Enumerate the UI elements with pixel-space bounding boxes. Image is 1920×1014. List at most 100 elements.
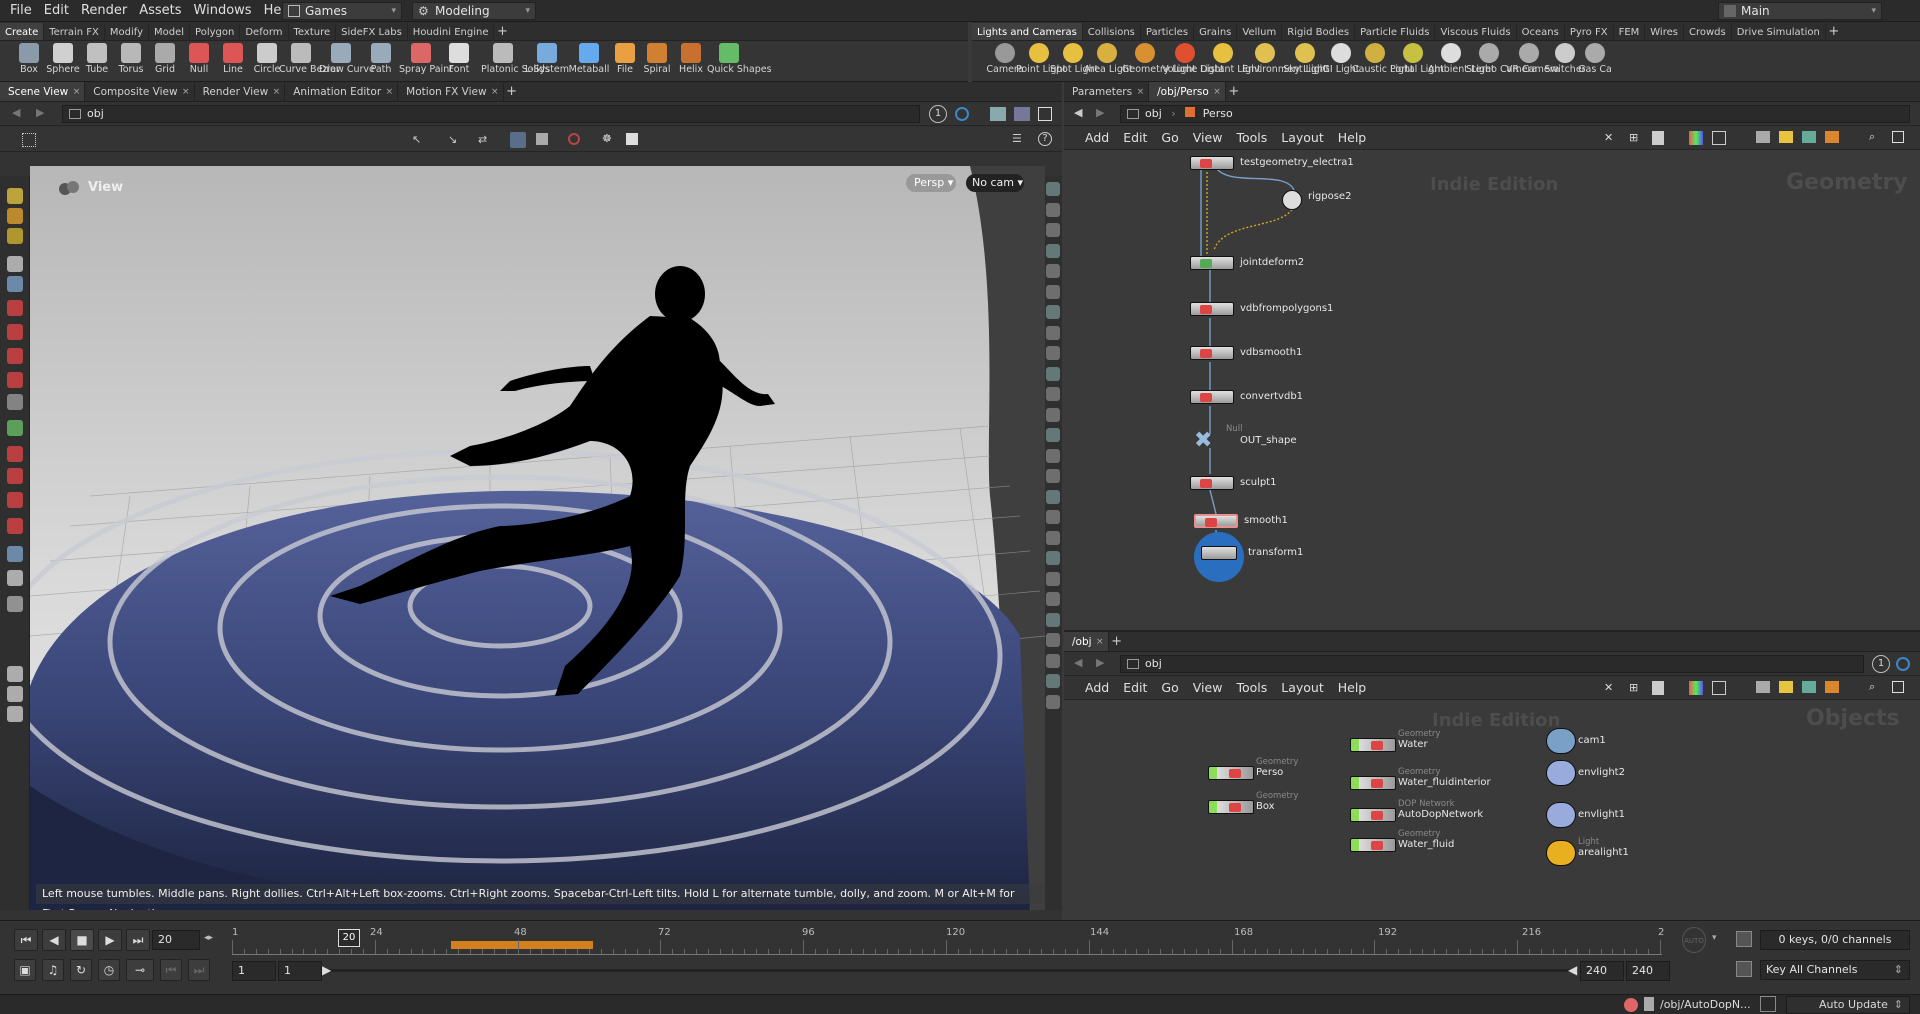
add-tab-button[interactable]: +	[1226, 82, 1242, 101]
forward-arrow-icon[interactable]: ▶	[1096, 106, 1104, 119]
shelf-tab-grains[interactable]: Grains	[1194, 23, 1238, 40]
tool-platonic-solids[interactable]: Platonic Solids	[481, 43, 550, 75]
display-option-icon[interactable]	[1046, 653, 1060, 668]
display-option-icon[interactable]	[1046, 284, 1060, 299]
shelf-tab-houdini-engine[interactable]: Houdini Engine	[408, 23, 495, 40]
scope-icon[interactable]: ⊸	[126, 959, 154, 981]
image-icon[interactable]	[1756, 681, 1770, 693]
path-field[interactable]: obj	[62, 105, 920, 123]
menu-add[interactable]: Add	[1078, 676, 1116, 700]
network-path-field[interactable]: obj	[1120, 655, 1864, 673]
select-icon[interactable]	[7, 256, 23, 272]
globe-icon[interactable]	[7, 596, 23, 612]
menu-layout[interactable]: Layout	[1274, 676, 1331, 700]
forward-arrow-icon[interactable]: ▶	[36, 106, 44, 119]
page-number-button[interactable]: 1	[1872, 655, 1890, 673]
magnet-icon[interactable]	[7, 300, 23, 316]
close-icon[interactable]: ×	[1096, 632, 1104, 651]
list-icon[interactable]	[1652, 681, 1664, 695]
display-option-icon[interactable]	[1046, 633, 1060, 647]
grid-icon[interactable]	[1712, 681, 1726, 695]
menu-windows[interactable]: Windows	[188, 0, 258, 22]
display-option-icon[interactable]	[1046, 182, 1060, 196]
forward-arrow-icon[interactable]: ▶	[1096, 656, 1104, 669]
handle-icon[interactable]	[510, 132, 526, 148]
menu-add[interactable]: Add	[1078, 126, 1116, 150]
network-box-icon[interactable]	[1802, 681, 1816, 693]
step-back-button[interactable]: ◀	[42, 929, 66, 951]
display-option-icon[interactable]	[1046, 612, 1060, 627]
tool-path[interactable]: Path	[359, 43, 403, 75]
stamp-icon[interactable]	[7, 666, 23, 682]
snap-icon[interactable]: ↘	[448, 133, 457, 146]
tool-quick-shapes[interactable]: Quick Shapes	[707, 43, 772, 75]
display-option-icon[interactable]	[1046, 448, 1060, 463]
shelf-tab-modify[interactable]: Modify	[105, 23, 150, 40]
camera-dropdown[interactable]: No cam ▾	[966, 174, 1024, 192]
chevron-down-icon[interactable]: ▾	[1712, 933, 1717, 943]
layout-icon[interactable]	[1014, 107, 1030, 121]
network-path-field[interactable]: obj › Perso	[1120, 105, 1910, 123]
auto-key-dial[interactable]: AUTO	[1682, 927, 1706, 953]
step-arrows-icon[interactable]: ◂▸	[204, 933, 213, 943]
shelf-tab-wires[interactable]: Wires	[1645, 23, 1684, 40]
camera-lock-icon[interactable]	[536, 133, 548, 145]
persp-dropdown[interactable]: Persp ▾	[906, 174, 956, 192]
path-root[interactable]: obj	[1145, 657, 1162, 670]
display-option-icon[interactable]	[1046, 202, 1060, 217]
sphere-tool-icon[interactable]	[7, 706, 23, 722]
shelf-tab-drive-simulation[interactable]: Drive Simulation	[1732, 23, 1826, 40]
tool-l-system[interactable]: L-System	[525, 43, 569, 75]
key-mode-dropdown[interactable]: Key All Channels ⇕	[1760, 960, 1910, 980]
realtime-toggle[interactable]: ▣	[14, 959, 36, 981]
workspace-dropdown[interactable]: ⚙ Modeling ▾	[412, 2, 536, 20]
view-tool-icon[interactable]	[7, 570, 23, 586]
select-mode-icon[interactable]: ↖	[412, 133, 421, 146]
menu-render[interactable]: Render	[75, 0, 133, 22]
range-end-field-2[interactable]: 240	[1626, 961, 1670, 981]
range-start-field[interactable]: 1	[232, 961, 276, 981]
close-icon[interactable]: ×	[73, 82, 81, 101]
main-dropdown[interactable]: Main ▾	[1718, 2, 1882, 20]
add-tab-button[interactable]: +	[504, 82, 520, 101]
update-mode-dropdown[interactable]: Auto Update ⇕	[1786, 996, 1910, 1014]
back-arrow-icon[interactable]: ◀	[12, 106, 20, 119]
display-option-icon[interactable]	[1046, 674, 1060, 688]
display-option-icon[interactable]	[1046, 223, 1060, 237]
display-option-icon[interactable]	[1046, 551, 1060, 565]
display-option-icon[interactable]	[1046, 428, 1060, 442]
maximize-icon[interactable]	[1892, 131, 1904, 143]
tab-scene-view[interactable]: Scene View ×	[0, 82, 86, 101]
grid-icon[interactable]	[1712, 131, 1726, 145]
lock-icon[interactable]	[7, 276, 23, 292]
display-option-icon[interactable]	[1046, 325, 1060, 340]
tab-obj[interactable]: /obj ×	[1064, 632, 1109, 651]
tool-font[interactable]: Font	[437, 43, 481, 75]
handle-icon[interactable]	[7, 546, 23, 562]
magnet3-icon[interactable]	[7, 492, 23, 508]
back-arrow-icon[interactable]: ◀	[1074, 106, 1082, 119]
shelf-tab-sidefx-labs[interactable]: SideFX Labs	[336, 23, 408, 40]
wrench-icon[interactable]: ✕	[1604, 131, 1613, 144]
close-icon[interactable]: ×	[1213, 82, 1221, 101]
shelf-tab-create[interactable]: Create	[0, 23, 45, 40]
stop-button[interactable]: ■	[70, 929, 94, 951]
menu-go[interactable]: Go	[1154, 126, 1185, 150]
add-shelf-tab-button[interactable]: +	[1826, 22, 1842, 40]
display-option-icon[interactable]	[1046, 571, 1060, 586]
transform-icon[interactable]	[7, 420, 23, 436]
lasso-icon[interactable]	[7, 228, 23, 244]
display-option-icon[interactable]	[1046, 530, 1060, 545]
jump-start-button[interactable]: ⏮	[14, 929, 38, 951]
display-option-icon[interactable]	[1046, 694, 1060, 709]
jump-end-button[interactable]: ⏭	[126, 929, 150, 951]
help-icon[interactable]: ?	[1038, 132, 1052, 146]
geometry-network-editor[interactable]: Indie Edition Geometry testgeometry_elec…	[1064, 150, 1920, 628]
search-icon[interactable]: ⌕	[1869, 680, 1875, 694]
frame-ruler[interactable]: 20 1 24 48 72 96 120 144 168 192 216 2	[232, 927, 1664, 955]
menu-layout[interactable]: Layout	[1274, 126, 1331, 150]
close-icon[interactable]: ×	[491, 82, 499, 101]
color-palette-icon[interactable]	[1689, 681, 1703, 695]
objects-network-editor[interactable]: Indie Edition Objects Geometry Perso Geome…	[1064, 700, 1920, 920]
search-icon[interactable]: ⌕	[1869, 130, 1875, 144]
